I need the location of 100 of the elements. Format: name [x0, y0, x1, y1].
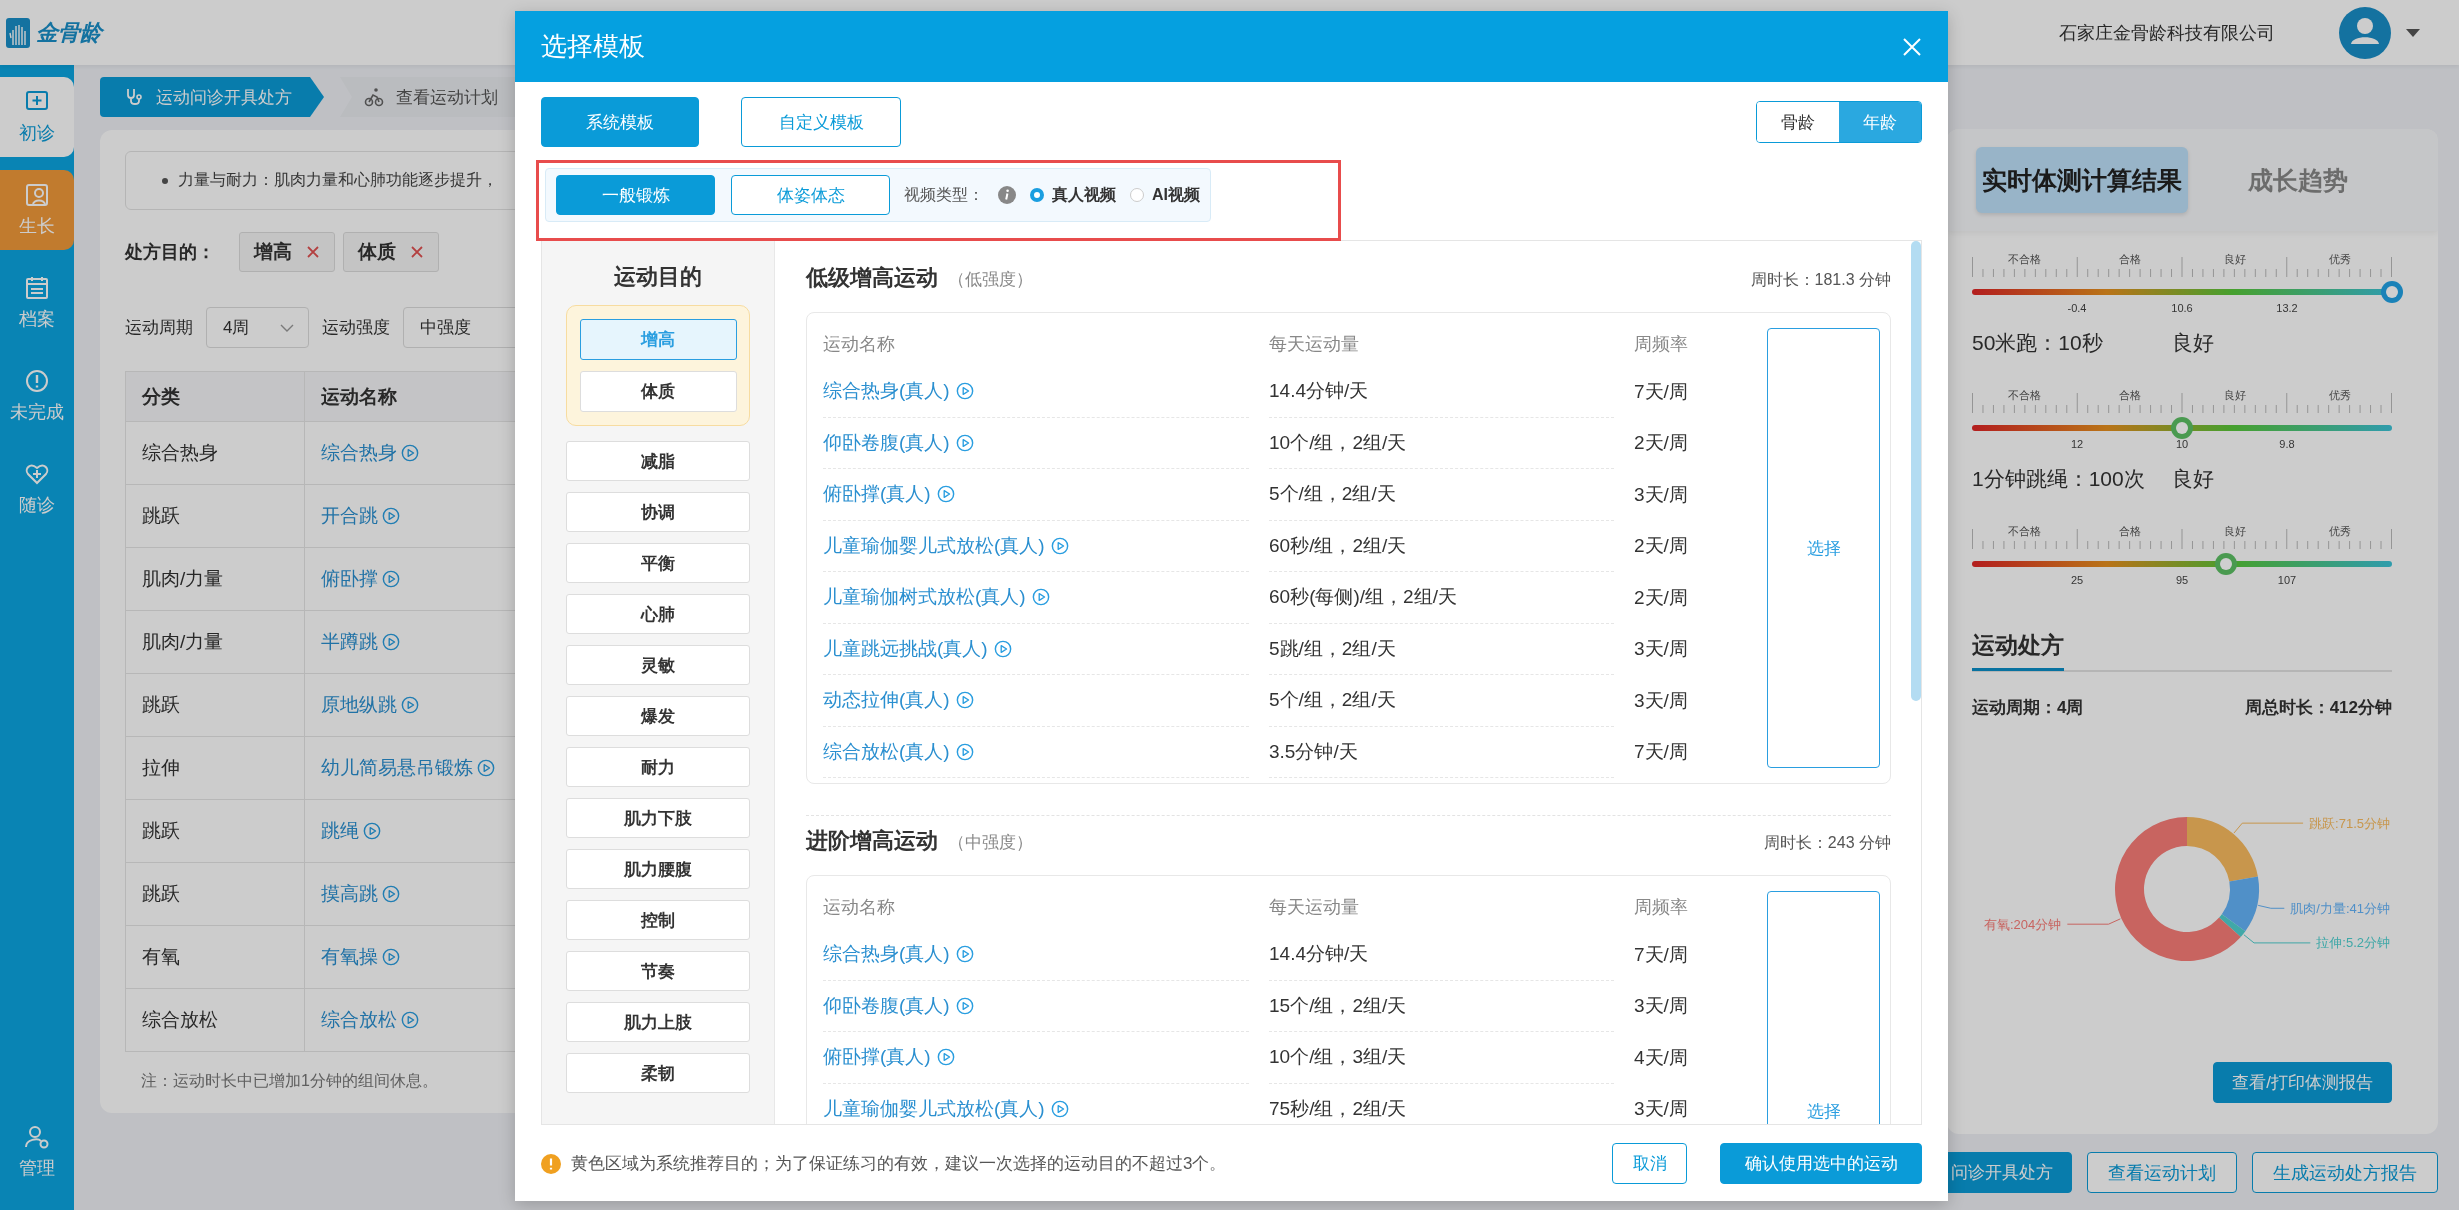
play-icon[interactable] [936, 1048, 955, 1067]
exercise-link[interactable]: 半蹲跳 [321, 629, 378, 655]
purpose-option[interactable]: 平衡 [566, 543, 750, 583]
modal-title: 选择模板 [541, 30, 645, 63]
sidebar-item[interactable]: 随诊 [0, 449, 74, 529]
exercise-link[interactable]: 儿童瑜伽婴儿式放松(真人) [823, 1095, 1045, 1122]
exercise-link[interactable]: 开合跳 [321, 503, 378, 529]
play-icon[interactable] [1050, 1099, 1069, 1118]
purpose-option[interactable]: 爆发 [566, 696, 750, 736]
exercise-link[interactable]: 综合热身(真人) [823, 378, 950, 405]
play-icon[interactable] [477, 759, 495, 777]
play-icon[interactable] [955, 433, 974, 452]
caret-icon[interactable] [2405, 27, 2421, 38]
panel-tab[interactable]: 成长趋势 [2188, 147, 2408, 213]
toggle-option[interactable]: 年龄 [1839, 102, 1921, 142]
avatar[interactable] [2339, 6, 2391, 59]
exercise-link[interactable]: 俯卧撑(真人) [823, 1044, 931, 1071]
cancel-button[interactable]: 取消 [1612, 1143, 1687, 1184]
purpose-option[interactable]: 柔韧 [566, 1053, 750, 1093]
tick-label: 12 [2070, 437, 2084, 451]
panel-tab[interactable]: 实时体测计算结果 [1976, 147, 2188, 213]
play-icon[interactable] [955, 382, 974, 401]
play-icon[interactable] [955, 945, 974, 964]
play-icon[interactable] [955, 996, 974, 1015]
action-button[interactable]: 生成运动处方报告 [2252, 1152, 2438, 1193]
purpose-option[interactable]: 耐力 [566, 747, 750, 787]
select-button[interactable]: 选择 [1767, 891, 1880, 1124]
exercise-link[interactable]: 动态拉伸(真人) [823, 687, 950, 714]
purpose-option[interactable]: 心肺 [566, 594, 750, 634]
hint-text: 黄色区域为系统推荐目的；为了保证练习的有效，建议一次选择的运动目的不超过3个。 [571, 1153, 1228, 1175]
exercise-link[interactable]: 俯卧撑 [321, 566, 378, 592]
action-button[interactable]: 查看运动计划 [2087, 1152, 2237, 1193]
play-icon[interactable] [1031, 588, 1050, 607]
radio-label[interactable]: 真人视频 [1052, 184, 1116, 206]
purpose-option[interactable]: 控制 [566, 900, 750, 940]
confirm-button[interactable]: 确认使用选中的运动 [1720, 1143, 1922, 1184]
exercise-link[interactable]: 幼儿简易悬吊锻炼 [321, 755, 473, 781]
warning-icon [541, 1153, 561, 1174]
purpose-label: 处方目的： [125, 241, 215, 264]
exercise-link[interactable]: 儿童跳远挑战(真人) [823, 635, 988, 662]
exercise-link[interactable]: 综合放松(真人) [823, 738, 950, 765]
select-field[interactable]: 4周 [206, 307, 309, 348]
exercise-link[interactable]: 综合热身(真人) [823, 941, 950, 968]
template-tab[interactable]: 系统模板 [541, 97, 699, 147]
close-icon[interactable] [306, 245, 320, 259]
sidebar-item[interactable]: 管理 [0, 1112, 74, 1192]
purpose-option[interactable]: 肌力下肢 [566, 798, 750, 838]
exercise-link[interactable]: 摸高跳 [321, 881, 378, 907]
template-tab[interactable]: 自定义模板 [741, 97, 901, 147]
purpose-option[interactable]: 节奏 [566, 951, 750, 991]
purpose-option[interactable]: 肌力上肢 [566, 1002, 750, 1042]
play-icon[interactable] [382, 885, 400, 903]
exercise-link[interactable]: 儿童瑜伽婴儿式放松(真人) [823, 532, 1045, 559]
sidebar-item[interactable]: 未完成 [0, 356, 74, 436]
play-icon[interactable] [936, 485, 955, 504]
play-icon[interactable] [363, 822, 381, 840]
category-tab[interactable]: 一般锻炼 [556, 175, 715, 215]
play-icon[interactable] [382, 948, 400, 966]
report-button[interactable]: 查看/打印体测报告 [2213, 1062, 2392, 1103]
chart-label: 有氧:204分钟 [1984, 916, 2062, 932]
play-icon[interactable] [955, 691, 974, 710]
radio-label[interactable]: AI视频 [1152, 184, 1200, 206]
play-icon[interactable] [382, 633, 400, 651]
purpose-option[interactable]: 灵敏 [566, 645, 750, 685]
play-icon[interactable] [382, 507, 400, 525]
category-tab[interactable]: 体姿体态 [731, 175, 890, 215]
play-icon[interactable] [401, 1011, 419, 1029]
close-icon[interactable] [410, 245, 424, 259]
sidebar-item[interactable]: 生长 [0, 170, 74, 250]
step-tab[interactable]: 运动问诊开具处方 [100, 77, 324, 117]
scrollbar-thumb[interactable] [1911, 241, 1921, 701]
purpose-option[interactable]: 减脂 [566, 441, 750, 481]
exercise-link[interactable]: 有氧操 [321, 944, 378, 970]
exercise-link[interactable]: 综合热身 [321, 440, 397, 466]
purpose-option[interactable]: 增高 [579, 319, 737, 360]
exercise-link[interactable]: 儿童瑜伽树式放松(真人) [823, 584, 1026, 611]
radio-button[interactable] [1030, 188, 1044, 202]
select-button[interactable]: 选择 [1767, 328, 1880, 768]
sidebar-item[interactable]: 档案 [0, 263, 74, 343]
exercise-link[interactable]: 仰卧卷腹(真人) [823, 992, 950, 1019]
play-icon[interactable] [955, 742, 974, 761]
purpose-option[interactable]: 协调 [566, 492, 750, 532]
radio-button[interactable] [1130, 188, 1144, 202]
sidebar-item[interactable]: 初诊 [0, 77, 74, 157]
exercise-link[interactable]: 仰卧卷腹(真人) [823, 429, 950, 456]
play-icon[interactable] [1050, 536, 1069, 555]
exercise-link[interactable]: 俯卧撑(真人) [823, 481, 931, 508]
calendar-icon [24, 275, 50, 301]
play-icon[interactable] [993, 639, 1012, 658]
exercise-link[interactable]: 原地纵跳 [321, 692, 397, 718]
exercise-link[interactable]: 综合放松 [321, 1007, 397, 1033]
play-icon[interactable] [382, 570, 400, 588]
exercise-link[interactable]: 跳绳 [321, 818, 359, 844]
play-icon[interactable] [401, 444, 419, 462]
play-icon[interactable] [401, 696, 419, 714]
purpose-option[interactable]: 肌力腰腹 [566, 849, 750, 889]
column-header: 周频率 [1634, 333, 1689, 356]
purpose-tag: 增高 [239, 232, 335, 272]
field-label: 运动周期 [125, 317, 193, 339]
purpose-option[interactable]: 体质 [579, 371, 737, 412]
